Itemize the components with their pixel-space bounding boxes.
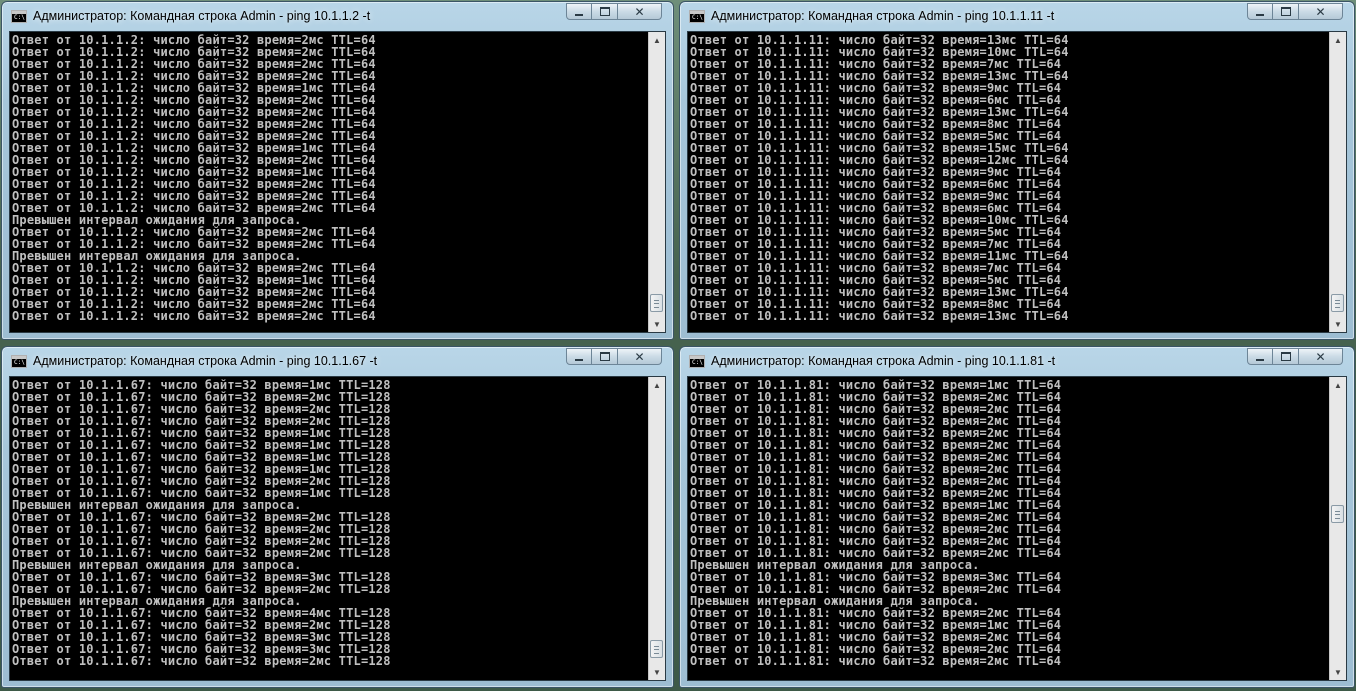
window-title: Администратор: Командная строка Admin - …	[711, 354, 1056, 368]
window-title: Администратор: Командная строка Admin - …	[33, 9, 371, 23]
scroll-up-arrow-icon[interactable]: ▲	[649, 32, 665, 48]
minimize-icon	[575, 13, 583, 16]
close-button[interactable]: ✕	[618, 3, 662, 20]
minimize-icon	[1256, 13, 1264, 16]
maximize-icon	[1280, 352, 1291, 361]
maximize-icon	[599, 352, 610, 361]
scrollbar-thumb[interactable]	[1331, 294, 1344, 312]
console-output-area[interactable]: Ответ от 10.1.1.2: число байт=32 время=2…	[9, 31, 666, 333]
maximize-button[interactable]	[1273, 3, 1299, 20]
maximize-button[interactable]	[592, 348, 618, 365]
cmd-app-icon[interactable]: C:\	[11, 10, 27, 23]
console-output-area[interactable]: Ответ от 10.1.1.81: число байт=32 время=…	[687, 376, 1347, 681]
minimize-icon	[575, 358, 583, 361]
title-bar[interactable]: C:\ Администратор: Командная строка Admi…	[2, 347, 673, 375]
scrollbar-thumb[interactable]	[650, 640, 663, 658]
minimize-button[interactable]	[1247, 3, 1273, 20]
minimize-button[interactable]	[1247, 348, 1273, 365]
console-line: Ответ от 10.1.1.11: число байт=32 время=…	[690, 309, 1069, 323]
close-button[interactable]: ✕	[1299, 348, 1343, 365]
title-bar[interactable]: C:\ Администратор: Командная строка Admi…	[680, 347, 1354, 375]
scroll-down-arrow-icon[interactable]: ▼	[1330, 316, 1346, 332]
window-controls: ✕	[566, 3, 662, 21]
cmd-app-icon[interactable]: C:\	[689, 10, 705, 23]
cmd-app-icon[interactable]: C:\	[689, 355, 705, 368]
minimize-icon	[1256, 358, 1264, 361]
scroll-down-arrow-icon[interactable]: ▼	[649, 316, 665, 332]
maximize-button[interactable]	[1273, 348, 1299, 365]
console-text[interactable]: Ответ от 10.1.1.2: число байт=32 время=2…	[12, 34, 647, 332]
scroll-down-arrow-icon[interactable]: ▼	[1330, 664, 1346, 680]
maximize-icon	[1280, 7, 1291, 16]
close-icon: ✕	[1315, 4, 1326, 19]
vertical-scrollbar[interactable]: ▲ ▼	[1329, 32, 1346, 332]
console-window-ping-10-1-1-11[interactable]: C:\ Администратор: Командная строка Admi…	[679, 1, 1355, 340]
scroll-down-arrow-icon[interactable]: ▼	[649, 664, 665, 680]
window-controls: ✕	[1247, 348, 1343, 366]
scroll-up-arrow-icon[interactable]: ▲	[649, 377, 665, 393]
minimize-button[interactable]	[566, 3, 592, 20]
scroll-up-arrow-icon[interactable]: ▲	[1330, 32, 1346, 48]
maximize-button[interactable]	[592, 3, 618, 20]
window-controls: ✕	[566, 348, 662, 366]
close-icon: ✕	[634, 349, 645, 364]
maximize-icon	[599, 7, 610, 16]
close-button[interactable]: ✕	[1299, 3, 1343, 20]
title-bar[interactable]: C:\ Администратор: Командная строка Admi…	[2, 2, 673, 30]
close-button[interactable]: ✕	[618, 348, 662, 365]
close-icon: ✕	[1315, 349, 1326, 364]
window-title: Администратор: Командная строка Admin - …	[33, 354, 378, 368]
console-line: Ответ от 10.1.1.81: число байт=32 время=…	[690, 654, 1062, 668]
console-line: Ответ от 10.1.1.67: число байт=32 время=…	[12, 654, 391, 668]
console-text[interactable]: Ответ от 10.1.1.81: число байт=32 время=…	[690, 379, 1328, 680]
scrollbar-thumb[interactable]	[1331, 505, 1344, 523]
console-window-ping-10-1-1-67[interactable]: C:\ Администратор: Командная строка Admi…	[1, 346, 674, 688]
vertical-scrollbar[interactable]: ▲ ▼	[648, 32, 665, 332]
console-text[interactable]: Ответ от 10.1.1.11: число байт=32 время=…	[690, 34, 1328, 332]
scrollbar-thumb[interactable]	[650, 294, 663, 312]
console-line: Ответ от 10.1.1.2: число байт=32 время=2…	[12, 309, 376, 323]
vertical-scrollbar[interactable]: ▲ ▼	[648, 377, 665, 680]
minimize-button[interactable]	[566, 348, 592, 365]
cmd-app-icon[interactable]: C:\	[11, 355, 27, 368]
window-controls: ✕	[1247, 3, 1343, 21]
scroll-up-arrow-icon[interactable]: ▲	[1330, 377, 1346, 393]
console-output-area[interactable]: Ответ от 10.1.1.67: число байт=32 время=…	[9, 376, 666, 681]
window-title: Администратор: Командная строка Admin - …	[711, 9, 1055, 23]
console-window-ping-10-1-1-81[interactable]: C:\ Администратор: Командная строка Admi…	[679, 346, 1355, 688]
title-bar[interactable]: C:\ Администратор: Командная строка Admi…	[680, 2, 1354, 30]
console-text[interactable]: Ответ от 10.1.1.67: число байт=32 время=…	[12, 379, 647, 680]
vertical-scrollbar[interactable]: ▲ ▼	[1329, 377, 1346, 680]
console-output-area[interactable]: Ответ от 10.1.1.11: число байт=32 время=…	[687, 31, 1347, 333]
console-window-ping-10-1-1-2[interactable]: C:\ Администратор: Командная строка Admi…	[1, 1, 674, 340]
close-icon: ✕	[634, 4, 645, 19]
